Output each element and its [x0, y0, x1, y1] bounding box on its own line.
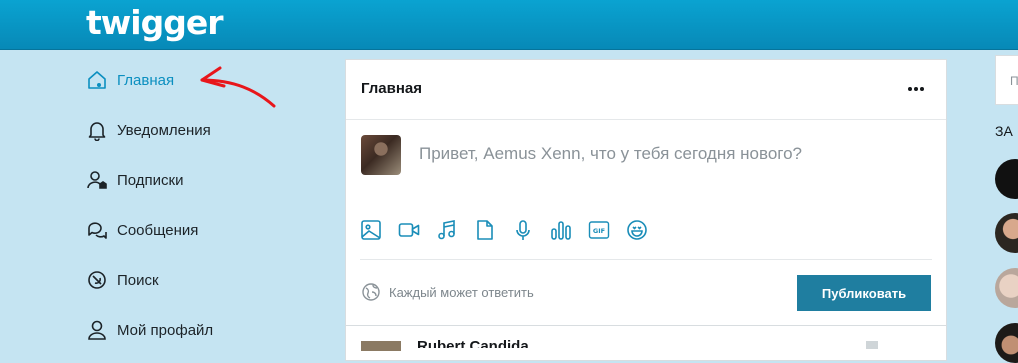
messages-icon — [86, 219, 108, 241]
more-dots-icon — [908, 87, 924, 91]
sidebar-item-notifications[interactable]: Уведомления — [86, 105, 296, 155]
compose-input[interactable] — [417, 140, 921, 168]
avatar[interactable] — [995, 213, 1018, 253]
page-title: Главная — [361, 80, 423, 97]
search-icon — [86, 269, 108, 291]
svg-text:GIF: GIF — [593, 227, 605, 235]
sidebar-item-messages[interactable]: Сообщения — [86, 205, 296, 255]
top-header: twigger — [0, 0, 1018, 50]
home-icon — [86, 69, 108, 91]
avatar[interactable] — [995, 268, 1018, 308]
microphone-icon[interactable] — [512, 219, 534, 241]
sidebar-item-label: Поиск — [117, 271, 159, 289]
post-options-button[interactable] — [866, 341, 878, 349]
gif-icon[interactable]: GIF — [588, 219, 610, 241]
avatar[interactable] — [361, 135, 401, 175]
globe-icon — [361, 282, 381, 302]
more-options-button[interactable] — [904, 78, 928, 100]
post-composer: GIF — [346, 120, 946, 260]
post-author[interactable]: Rubert Candida — [417, 338, 529, 348]
sidebar-item-search[interactable]: Поиск — [86, 255, 296, 305]
app-logo[interactable]: twigger — [86, 3, 223, 43]
feed-divider — [346, 325, 946, 326]
publish-button[interactable]: Публиковать — [797, 275, 931, 311]
file-icon[interactable] — [474, 219, 496, 241]
sidebar-item-label: Подписки — [117, 171, 184, 189]
avatar[interactable] — [995, 323, 1018, 363]
side-section-title: ЗА — [995, 123, 1013, 139]
sidebar-item-subscriptions[interactable]: Подписки — [86, 155, 296, 205]
reply-setting[interactable]: Каждый может ответить — [361, 282, 534, 302]
annotation-arrow-icon — [200, 66, 276, 108]
music-icon[interactable] — [436, 219, 458, 241]
feed-panel: Главная Привет, Aemus Xenn, что у тебя с… — [345, 59, 947, 361]
avatar[interactable] — [995, 159, 1018, 199]
composer-divider — [360, 259, 932, 260]
search-placeholder: П — [1010, 74, 1018, 88]
search-input[interactable]: П — [995, 55, 1018, 105]
emoji-icon[interactable] — [626, 219, 648, 241]
feed-header: Главная — [346, 60, 946, 120]
composer-toolbar: GIF — [360, 219, 664, 241]
video-icon[interactable] — [398, 219, 420, 241]
sidebar-item-label: Главная — [117, 71, 175, 89]
profile-icon — [86, 319, 108, 341]
image-icon[interactable] — [360, 219, 382, 241]
sidebar-item-label: Уведомления — [117, 121, 211, 139]
sidebar-item-profile[interactable]: Мой профайл — [86, 305, 296, 355]
bell-icon — [86, 119, 108, 141]
subscriptions-icon — [86, 169, 108, 191]
reply-setting-label: Каждый может ответить — [389, 284, 534, 300]
poll-icon[interactable] — [550, 219, 572, 241]
sidebar-item-label: Сообщения — [117, 221, 199, 239]
sidebar-item-label: Мой профайл — [117, 321, 214, 339]
post-avatar[interactable] — [361, 341, 401, 351]
